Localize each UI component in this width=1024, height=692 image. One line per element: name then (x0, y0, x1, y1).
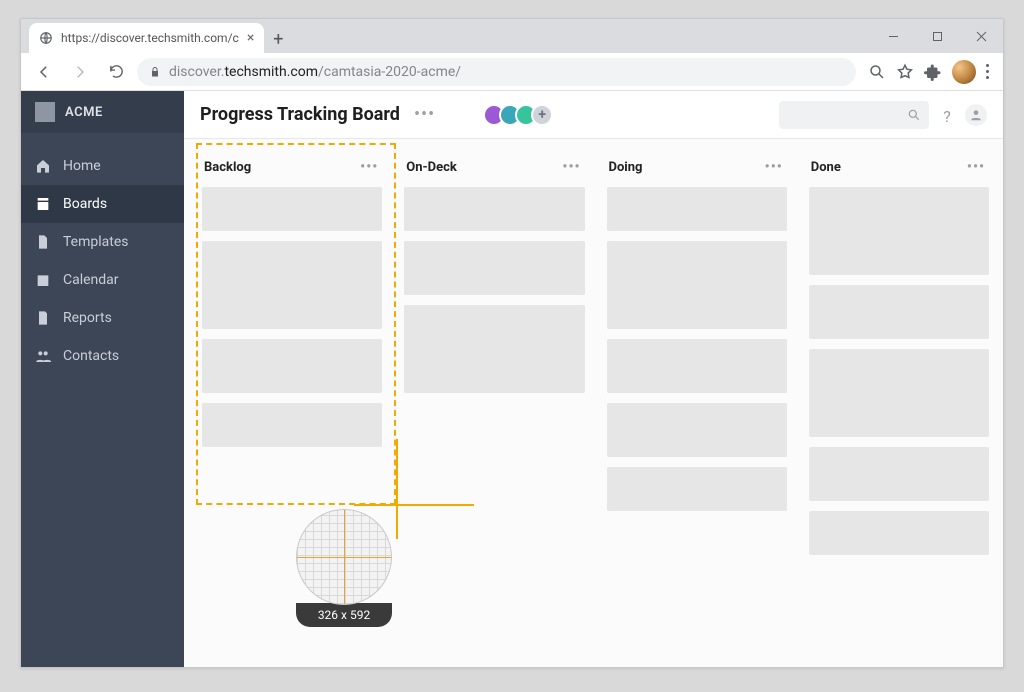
new-tab-button[interactable]: + (264, 25, 292, 53)
extensions-icon[interactable] (924, 63, 942, 81)
minimize-button[interactable] (871, 19, 915, 53)
column-backlog: Backlog ••• (198, 153, 386, 657)
side-nav: Home Boards Templates Calendar Reports Contac… (21, 133, 184, 375)
sidebar-item-label: Boards (63, 196, 107, 212)
sidebar-item-templates[interactable]: Templates (21, 223, 184, 261)
board-menu-button[interactable]: ••• (410, 104, 439, 125)
column-title: Doing (609, 160, 643, 175)
sidebar-item-reports[interactable]: Reports (21, 299, 184, 337)
lock-icon (149, 65, 161, 79)
app-content: ACME Home Boards Templates Calendar Reports C… (21, 91, 1003, 667)
browser-tab[interactable]: https://discover.techsmith.com/c × (29, 23, 264, 53)
calendar-icon (35, 272, 51, 288)
kanban-card[interactable] (202, 403, 382, 447)
user-icon (969, 108, 983, 122)
browser-menu-button[interactable] (986, 64, 989, 79)
column-doing: Doing ••• (603, 153, 791, 657)
column-menu-button[interactable]: ••• (562, 159, 580, 175)
card-stack (805, 181, 993, 555)
close-window-button[interactable] (959, 19, 1003, 53)
kanban-card[interactable] (202, 187, 382, 231)
url-text: discover.techsmith.com/camtasia-2020-acm… (169, 64, 844, 80)
kanban-card[interactable] (809, 285, 989, 339)
main: Progress Tracking Board ••• + ? Backlog •… (184, 91, 1003, 667)
card-stack (603, 181, 791, 511)
column-done: Done ••• (805, 153, 993, 657)
add-member-button[interactable]: + (531, 104, 553, 126)
sidebar-item-label: Templates (63, 234, 129, 250)
topbar: Progress Tracking Board ••• + ? (184, 91, 1003, 139)
globe-icon (39, 31, 53, 45)
column-title: On-Deck (406, 160, 457, 175)
kanban-card[interactable] (607, 187, 787, 231)
kanban-card[interactable] (809, 349, 989, 437)
column-header: Doing ••• (603, 153, 791, 181)
back-button[interactable] (29, 57, 59, 87)
column-menu-button[interactable]: ••• (967, 159, 985, 175)
kanban-card[interactable] (607, 403, 787, 457)
address-bar: discover.techsmith.com/camtasia-2020-acm… (21, 53, 1003, 91)
sidebar-item-label: Contacts (63, 348, 119, 364)
forward-button[interactable] (65, 57, 95, 87)
sidebar-item-label: Home (63, 158, 101, 174)
home-icon (35, 158, 51, 174)
boards-icon (35, 196, 51, 212)
url-input[interactable]: discover.techsmith.com/camtasia-2020-acm… (137, 58, 856, 86)
help-button[interactable]: ? (939, 107, 955, 123)
brand-logo (35, 102, 55, 122)
board-title: Progress Tracking Board (200, 104, 400, 125)
user-menu-button[interactable] (965, 104, 987, 126)
sidebar: ACME Home Boards Templates Calendar Reports C… (21, 91, 184, 667)
zoom-icon[interactable] (868, 63, 886, 81)
kanban-card[interactable] (404, 187, 584, 231)
profile-avatar[interactable] (952, 60, 976, 84)
brand[interactable]: ACME (21, 91, 184, 133)
reports-icon (35, 310, 51, 326)
column-header: On-Deck ••• (400, 153, 588, 181)
sidebar-item-label: Calendar (63, 272, 119, 288)
column-title: Backlog (204, 160, 251, 175)
kanban-card[interactable] (404, 305, 584, 393)
kanban-card[interactable] (809, 511, 989, 555)
sidebar-item-home[interactable]: Home (21, 147, 184, 185)
reload-button[interactable] (101, 57, 131, 87)
browser-window: https://discover.techsmith.com/c × + dis… (20, 18, 1004, 668)
kanban-card[interactable] (202, 339, 382, 393)
sidebar-item-contacts[interactable]: Contacts (21, 337, 184, 375)
card-stack (400, 181, 588, 393)
column-menu-button[interactable]: ••• (765, 159, 783, 175)
templates-icon (35, 234, 51, 250)
search-icon (907, 108, 921, 122)
kanban-card[interactable] (809, 187, 989, 275)
column-on-deck: On-Deck ••• (400, 153, 588, 657)
sidebar-item-label: Reports (63, 310, 112, 326)
column-header: Backlog ••• (198, 153, 386, 181)
bookmark-star-icon[interactable] (896, 63, 914, 81)
member-row: + (489, 104, 553, 126)
tab-close-icon[interactable]: × (247, 30, 254, 46)
capture-guide-vertical (396, 439, 398, 539)
card-stack (198, 181, 386, 447)
tab-title: https://discover.techsmith.com/c (61, 31, 239, 45)
kanban-card[interactable] (809, 447, 989, 501)
kanban-card[interactable] (607, 467, 787, 511)
board-area: Backlog•••On-Deck•••Doing•••Done••• 326 … (184, 139, 1003, 667)
sidebar-item-calendar[interactable]: Calendar (21, 261, 184, 299)
kanban-card[interactable] (607, 241, 787, 329)
sidebar-item-boards[interactable]: Boards (21, 185, 184, 223)
contacts-icon (35, 348, 51, 364)
column-title: Done (811, 160, 841, 175)
column-menu-button[interactable]: ••• (360, 159, 378, 175)
tab-strip: https://discover.techsmith.com/c × + (21, 19, 1003, 53)
kanban-card[interactable] (404, 241, 584, 295)
kanban-card[interactable] (202, 241, 382, 329)
column-header: Done ••• (805, 153, 993, 181)
search-input[interactable] (779, 101, 929, 129)
window-controls (871, 19, 1003, 53)
maximize-button[interactable] (915, 19, 959, 53)
kanban-card[interactable] (607, 339, 787, 393)
brand-name: ACME (65, 105, 103, 120)
